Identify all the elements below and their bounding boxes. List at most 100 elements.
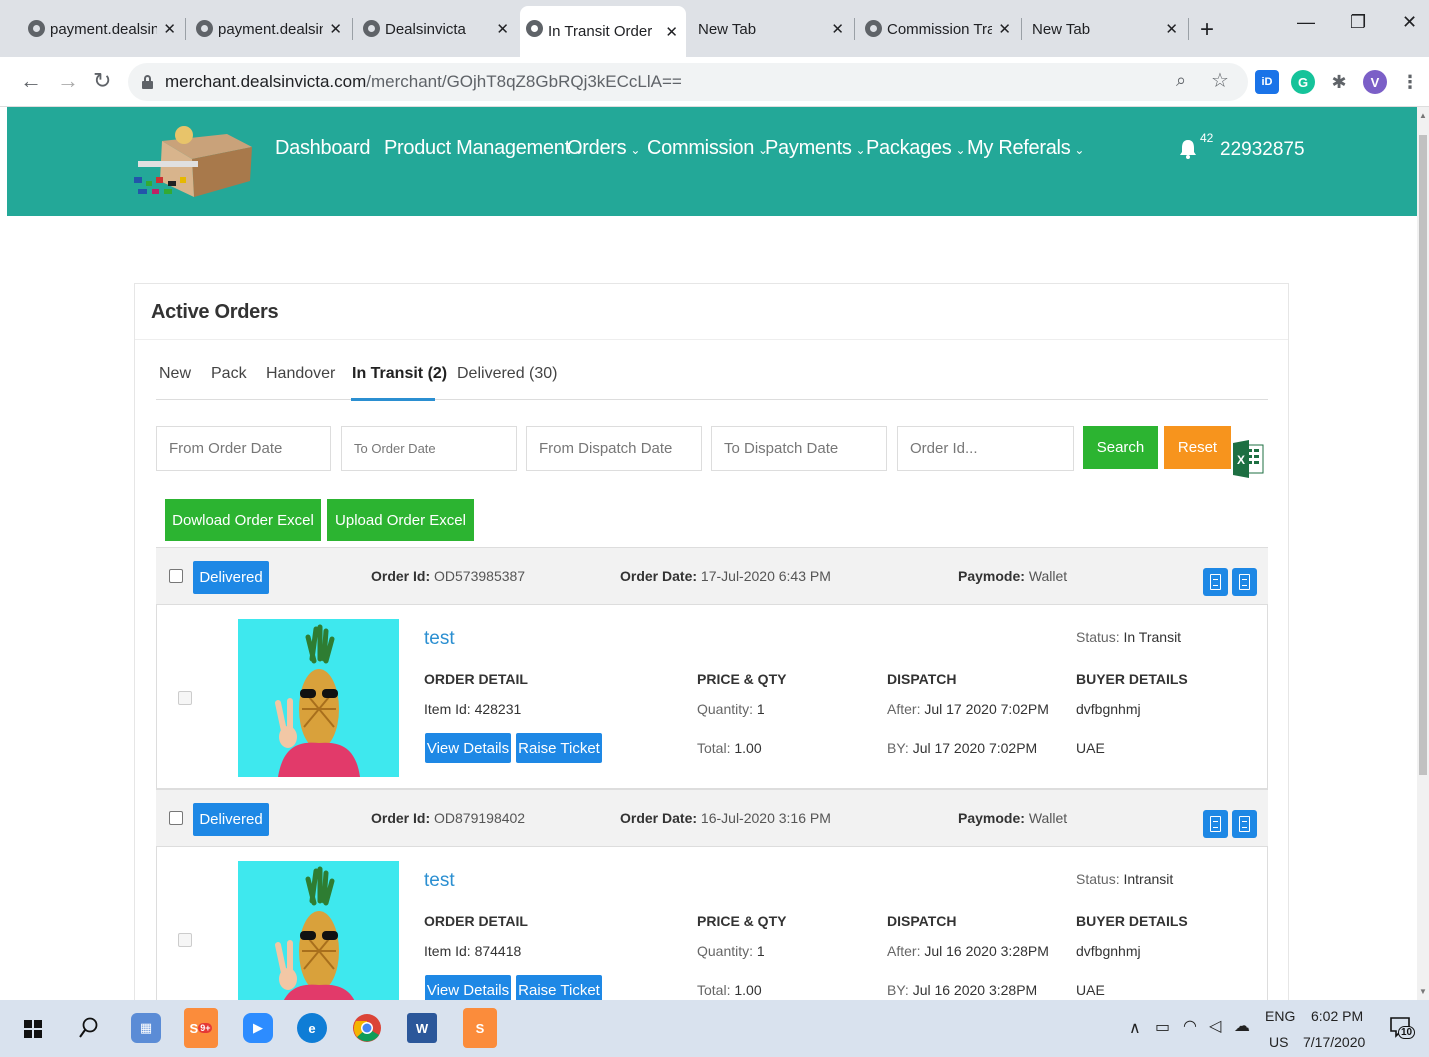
document-icon[interactable]: [1232, 568, 1257, 596]
browser-tab[interactable]: Commission Tra ✕: [859, 8, 1019, 50]
pdf-icon[interactable]: [1203, 810, 1228, 838]
clock-date[interactable]: 7/17/2020: [1303, 1034, 1365, 1050]
dealsinvicta-logo[interactable]: [132, 119, 257, 199]
nav-orders[interactable]: Orders ⌄: [567, 137, 640, 160]
bookmark-star-icon[interactable]: ☆: [1211, 68, 1229, 93]
windows-start-icon[interactable]: [24, 1020, 42, 1038]
browser-tab[interactable]: New Tab ✕: [670, 8, 852, 50]
nav-commission[interactable]: Commission ⌄: [647, 137, 768, 160]
from-dispatch-date-input[interactable]: [526, 426, 702, 471]
order-select-checkbox[interactable]: [169, 811, 183, 825]
raise-ticket-button[interactable]: Raise Ticket: [516, 733, 602, 763]
new-tab-icon[interactable]: +: [1200, 16, 1214, 44]
page-scrollbar[interactable]: ▲ ▼: [1417, 107, 1429, 1000]
reload-icon[interactable]: ↻: [93, 68, 111, 94]
close-tab-icon[interactable]: ✕: [496, 20, 509, 38]
tab-handover[interactable]: Handover: [266, 365, 335, 383]
close-tab-icon[interactable]: ✕: [163, 20, 176, 38]
zoom-icon[interactable]: ⌕: [1176, 70, 1186, 91]
language-top[interactable]: ENG: [1265, 1008, 1295, 1024]
tab-pack[interactable]: Pack: [211, 365, 247, 383]
nav-my-referals[interactable]: My Referals ⌄: [967, 137, 1084, 160]
order-select-checkbox[interactable]: [169, 569, 183, 583]
nav-dashboard[interactable]: Dashboard: [275, 137, 370, 160]
restore-icon[interactable]: ❐: [1350, 12, 1366, 33]
nav-packages[interactable]: Packages ⌄: [866, 137, 965, 160]
battery-icon[interactable]: ▭: [1155, 1017, 1170, 1037]
nav-payments[interactable]: Payments ⌄: [765, 137, 866, 160]
task-view-icon[interactable]: ▦: [131, 1013, 161, 1043]
browser-tab[interactable]: payment.dealsin ✕: [190, 8, 350, 50]
browser-tab[interactable]: Dealsinvicta ✕: [357, 8, 517, 50]
skype-badge: 9+: [198, 1023, 213, 1033]
profile-avatar[interactable]: V: [1363, 70, 1387, 94]
forward-icon[interactable]: →: [57, 68, 79, 94]
skype-icon-2[interactable]: S: [463, 1008, 497, 1048]
volume-icon[interactable]: ◁: [1209, 1016, 1221, 1036]
skype-icon[interactable]: S 9+: [184, 1008, 218, 1048]
by-label: BY:: [887, 740, 909, 756]
extensions-puzzle-icon[interactable]: ✱: [1327, 70, 1351, 94]
order-date-label: Order Date:: [620, 810, 698, 826]
grammarly-icon[interactable]: G: [1291, 70, 1315, 94]
language-bottom[interactable]: US: [1269, 1034, 1288, 1050]
from-order-date-input[interactable]: [156, 426, 331, 471]
tab-new[interactable]: New: [159, 365, 191, 383]
tab-in-transit[interactable]: In Transit (2): [352, 365, 447, 383]
notification-badge: 10: [1398, 1026, 1416, 1039]
word-icon[interactable]: W: [407, 1013, 437, 1043]
delivered-button[interactable]: Delivered: [193, 561, 269, 594]
nav-product-management[interactable]: Product Management ⌄: [384, 137, 584, 160]
onedrive-icon[interactable]: ☁: [1234, 1016, 1250, 1036]
upload-order-excel-button[interactable]: Upload Order Excel: [327, 499, 474, 541]
document-icon[interactable]: [1232, 810, 1257, 838]
chevron-down-icon: ⌄: [955, 143, 966, 157]
product-name-link[interactable]: test: [424, 628, 455, 650]
bell-icon[interactable]: [1179, 139, 1197, 159]
reset-button[interactable]: Reset: [1164, 426, 1231, 469]
wifi-icon[interactable]: ◠: [1183, 1016, 1197, 1036]
to-dispatch-date-input[interactable]: [711, 426, 887, 471]
minimize-icon[interactable]: —: [1297, 12, 1315, 33]
download-order-excel-button[interactable]: Dowload Order Excel: [165, 499, 321, 541]
close-window-icon[interactable]: ✕: [1402, 12, 1417, 33]
globe-icon: [526, 20, 543, 37]
tab-delivered[interactable]: Delivered (30): [457, 365, 557, 383]
view-details-button[interactable]: View Details: [425, 733, 511, 763]
product-image[interactable]: [238, 861, 399, 1019]
item-select-checkbox[interactable]: [178, 691, 192, 705]
scroll-thumb[interactable]: [1419, 135, 1427, 775]
search-icon[interactable]: [78, 1017, 98, 1039]
clock-time[interactable]: 6:02 PM: [1311, 1008, 1363, 1024]
browser-tab[interactable]: New Tab ✕: [1004, 8, 1186, 50]
search-button[interactable]: Search: [1083, 426, 1158, 469]
browser-tab-active[interactable]: In Transit Order ✕: [520, 6, 686, 57]
price-qty-heading: PRICE & QTY: [697, 671, 787, 687]
tray-chevron-icon[interactable]: ∧: [1129, 1018, 1141, 1038]
pdf-icon[interactable]: [1203, 568, 1228, 596]
nav-label: My Referals: [967, 137, 1071, 159]
delivered-button[interactable]: Delivered: [193, 803, 269, 836]
nav-label: Orders: [567, 137, 627, 159]
chrome-icon[interactable]: [352, 1013, 382, 1043]
id-extension-icon[interactable]: iD: [1255, 70, 1279, 94]
excel-export-icon[interactable]: X: [1233, 439, 1265, 479]
close-tab-icon[interactable]: ✕: [1165, 20, 1178, 38]
back-icon[interactable]: ←: [20, 68, 42, 94]
scroll-up-icon[interactable]: ▲: [1419, 111, 1427, 120]
close-tab-icon[interactable]: ✕: [329, 20, 342, 38]
scroll-down-icon[interactable]: ▼: [1419, 987, 1427, 996]
merchant-id[interactable]: 22932875: [1220, 139, 1305, 161]
browser-tab[interactable]: payment.dealsin ✕: [22, 8, 184, 50]
item-select-checkbox[interactable]: [178, 933, 192, 947]
action-center-icon[interactable]: 10: [1389, 1016, 1416, 1039]
order-id-input[interactable]: [897, 426, 1074, 471]
product-name-link[interactable]: test: [424, 870, 455, 892]
close-tab-icon[interactable]: ✕: [831, 20, 844, 38]
to-order-date-input[interactable]: [341, 426, 517, 471]
edge-icon[interactable]: e: [297, 1013, 327, 1043]
zoom-app-icon[interactable]: ▶: [243, 1013, 273, 1043]
product-image[interactable]: [238, 619, 399, 777]
address-bar[interactable]: merchant.dealsinvicta.com/merchant/GOjhT…: [128, 63, 1248, 101]
menu-kebab-icon[interactable]: ⋮: [1398, 70, 1422, 94]
